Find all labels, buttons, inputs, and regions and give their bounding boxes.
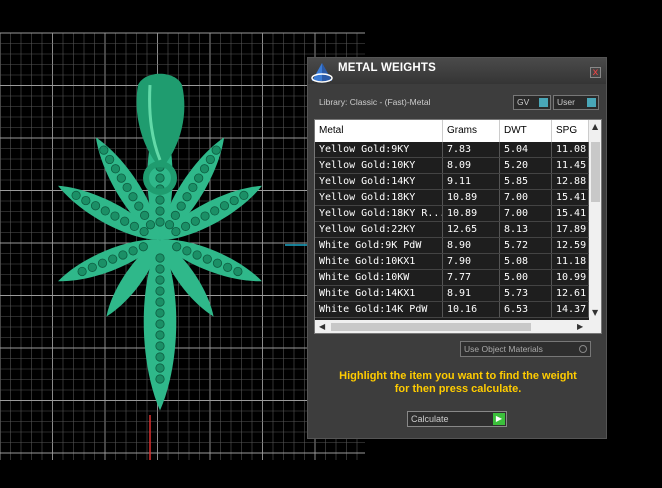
metal-cell: Yellow Gold:10KY (315, 158, 443, 173)
metal-weights-panel: METAL WEIGHTS x Library: Classic - (Fast… (307, 57, 607, 439)
scroll-down-icon[interactable]: ▼ (592, 308, 598, 317)
use-object-materials-label: Use Object Materials (464, 344, 543, 354)
spg-cell: 11.08 (552, 142, 589, 157)
dwt-cell: 5.20 (500, 158, 552, 173)
table-row[interactable]: Yellow Gold:14KY 9.11 5.85 12.88 (315, 174, 589, 190)
horizontal-scroll-thumb[interactable] (331, 323, 531, 331)
spg-cell: 10.99 (552, 270, 589, 285)
user-toggle-label: User (557, 97, 575, 107)
table-row[interactable]: Yellow Gold:10KY 8.09 5.20 11.45 (315, 158, 589, 174)
dwt-cell: 5.73 (500, 286, 552, 301)
tetrahedron-icon (311, 63, 333, 83)
metal-cell: Yellow Gold:9KY (315, 142, 443, 157)
library-label: Library: Classic - (Fast)-Metal (319, 97, 431, 107)
table-row[interactable]: White Gold:10KX1 7.90 5.08 11.18 (315, 254, 589, 270)
panel-titlebar[interactable]: METAL WEIGHTS x (308, 58, 606, 84)
dwt-cell: 5.04 (500, 142, 552, 157)
metal-cell: Yellow Gold:18KY R... (315, 206, 443, 221)
scroll-right-icon[interactable]: ▶ (577, 322, 583, 331)
close-button[interactable]: x (590, 67, 601, 78)
instruction-text: Highlight the item you want to find the … (318, 370, 598, 396)
grams-cell: 12.65 (443, 222, 500, 237)
grams-cell: 8.91 (443, 286, 500, 301)
user-toggle[interactable]: User (553, 95, 599, 110)
table-row[interactable]: Yellow Gold:18KY R... 10.89 7.00 15.41 (315, 206, 589, 222)
spg-cell: 11.45 (552, 158, 589, 173)
dwt-cell: 8.13 (500, 222, 552, 237)
grams-cell: 10.89 (443, 206, 500, 221)
metal-cell: White Gold:14KX1 (315, 286, 443, 301)
dwt-cell: 7.00 (500, 190, 552, 205)
spg-cell: 17.89 (552, 222, 589, 237)
spg-cell: 11.18 (552, 254, 589, 269)
instruction-line-1: Highlight the item you want to find the … (339, 370, 577, 382)
table-row[interactable]: Yellow Gold:9KY 7.83 5.04 11.08 (315, 142, 589, 158)
metal-cell: White Gold:10KW (315, 270, 443, 285)
spg-cell: 15.41 (552, 190, 589, 205)
table-row[interactable]: White Gold:14KX1 8.91 5.73 12.61 (315, 286, 589, 302)
vertical-scrollbar[interactable]: ▲ ▼ (589, 120, 601, 320)
column-header-grams[interactable]: Grams (443, 120, 500, 142)
grams-cell: 7.90 (443, 254, 500, 269)
grams-cell: 7.77 (443, 270, 500, 285)
panel-title: METAL WEIGHTS (338, 62, 437, 74)
spg-cell: 14.37 (552, 302, 589, 317)
metal-cell: White Gold:9K PdW (315, 238, 443, 253)
table-row[interactable]: White Gold:10KW 7.77 5.00 10.99 (315, 270, 589, 286)
spg-cell: 12.61 (552, 286, 589, 301)
dwt-cell: 6.53 (500, 302, 552, 317)
gv-toggle-label: GV (517, 97, 530, 107)
dwt-cell: 5.00 (500, 270, 552, 285)
metal-cell: White Gold:10KX1 (315, 254, 443, 269)
metal-cell: Yellow Gold:14KY (315, 174, 443, 189)
table-row[interactable]: Yellow Gold:22KY 12.65 8.13 17.89 (315, 222, 589, 238)
spg-cell: 12.88 (552, 174, 589, 189)
spg-cell: 15.41 (552, 206, 589, 221)
dwt-cell: 5.72 (500, 238, 552, 253)
table-header: Metal Grams DWT SPG (315, 120, 589, 142)
table-row[interactable]: White Gold:14K PdW 10.16 6.53 14.37 (315, 302, 589, 318)
metal-cell: Yellow Gold:22KY (315, 222, 443, 237)
column-header-dwt[interactable]: DWT (500, 120, 552, 142)
column-header-metal[interactable]: Metal (315, 120, 443, 142)
grams-cell: 7.83 (443, 142, 500, 157)
grams-cell: 10.16 (443, 302, 500, 317)
toggle-switch-icon (539, 98, 548, 107)
metal-cell: White Gold:14K PdW (315, 302, 443, 317)
dwt-cell: 5.85 (500, 174, 552, 189)
calculate-label: Calculate (411, 414, 449, 424)
column-header-spg[interactable]: SPG (552, 120, 589, 142)
grams-cell: 10.89 (443, 190, 500, 205)
toggle-switch-icon (587, 98, 596, 107)
gv-toggle[interactable]: GV (513, 95, 551, 110)
metal-cell: Yellow Gold:18KY (315, 190, 443, 205)
table-row[interactable]: Yellow Gold:18KY 10.89 7.00 15.41 (315, 190, 589, 206)
dwt-cell: 7.00 (500, 206, 552, 221)
vertical-scroll-thumb[interactable] (591, 142, 600, 202)
grams-cell: 8.09 (443, 158, 500, 173)
pendant-model[interactable] (52, 73, 268, 411)
radio-icon (579, 345, 587, 353)
horizontal-scrollbar[interactable]: ◀ ▶ (315, 320, 601, 333)
table-row[interactable]: White Gold:9K PdW 8.90 5.72 12.59 (315, 238, 589, 254)
grams-cell: 8.90 (443, 238, 500, 253)
dwt-cell: 5.08 (500, 254, 552, 269)
play-arrow-icon: ▶ (493, 413, 505, 425)
spg-cell: 12.59 (552, 238, 589, 253)
scroll-up-icon[interactable]: ▲ (592, 122, 598, 131)
calculate-button[interactable]: Calculate ▶ (407, 411, 507, 427)
grams-cell: 9.11 (443, 174, 500, 189)
scroll-left-icon[interactable]: ◀ (319, 322, 325, 331)
use-object-materials-toggle[interactable]: Use Object Materials (460, 341, 591, 357)
metal-table: Metal Grams DWT SPG Yellow Gold:9KY 7.83 5… (314, 119, 602, 334)
instruction-line-2: for then press calculate. (394, 383, 522, 395)
